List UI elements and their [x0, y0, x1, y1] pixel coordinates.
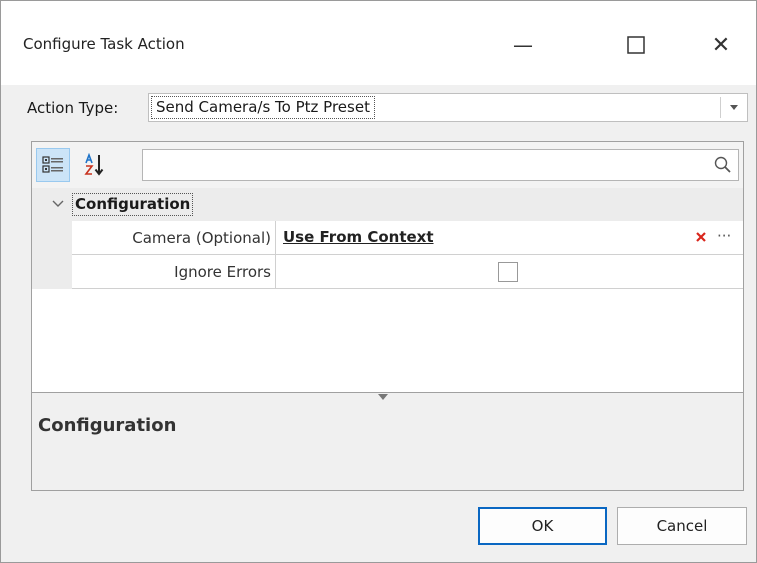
splitter-handle-icon[interactable]: [378, 394, 388, 400]
category-row-configuration[interactable]: Configuration: [32, 188, 743, 221]
description-panel: Configuration: [32, 392, 743, 490]
camera-use-from-context-link[interactable]: Use From Context: [283, 228, 434, 246]
property-row-camera[interactable]: Camera (Optional) Use From Context ···: [72, 221, 743, 255]
collapse-chevron-button[interactable]: [48, 194, 68, 214]
cancel-button[interactable]: Cancel: [617, 507, 747, 545]
grid-indent-strip: [32, 221, 72, 289]
close-button[interactable]: ✕: [691, 23, 751, 67]
dropdown-arrow-button[interactable]: [721, 94, 747, 121]
property-grid-toolbar: [32, 142, 743, 188]
search-icon: [714, 156, 731, 173]
property-row-ignore-errors[interactable]: Ignore Errors: [72, 255, 743, 289]
minimize-button[interactable]: —: [493, 23, 553, 67]
dialog-window: Configure Task Action — ✕ Action Type: S…: [0, 0, 757, 563]
property-name-cell: Ignore Errors: [72, 255, 276, 288]
categorized-view-button[interactable]: [36, 148, 70, 182]
property-search-box[interactable]: [142, 149, 739, 181]
property-name-ignore-errors: Ignore Errors: [174, 263, 271, 281]
alphabetical-sort-button[interactable]: [78, 148, 112, 182]
property-name-camera: Camera (Optional): [132, 229, 271, 247]
property-search-input[interactable]: [143, 150, 703, 180]
close-icon: ✕: [711, 32, 731, 58]
action-type-label: Action Type:: [27, 99, 119, 117]
action-type-value: Send Camera/s To Ptz Preset: [151, 96, 375, 119]
maximize-button[interactable]: [606, 23, 666, 67]
property-value-cell-camera[interactable]: Use From Context ···: [277, 221, 743, 254]
minimize-icon: —: [513, 33, 533, 57]
property-grid: Configuration Camera (Optional) Use From…: [31, 141, 744, 491]
property-value-cell-ignore-errors[interactable]: [277, 255, 743, 288]
chevron-down-icon: [52, 200, 64, 207]
chevron-down-icon: [730, 105, 738, 110]
window-title: Configure Task Action: [23, 35, 185, 53]
clear-icon[interactable]: [693, 229, 709, 245]
sort-alphabetical-icon: [84, 153, 104, 176]
action-type-dropdown[interactable]: Send Camera/s To Ptz Preset: [148, 93, 748, 122]
category-label: Configuration: [72, 193, 194, 216]
maximize-icon: [627, 36, 645, 54]
ellipsis-button[interactable]: ···: [717, 227, 731, 245]
title-bar: Configure Task Action — ✕: [1, 1, 756, 85]
ok-button[interactable]: OK: [478, 507, 607, 545]
property-name-cell: Camera (Optional): [72, 221, 276, 254]
categorized-icon: [42, 156, 63, 173]
ignore-errors-checkbox[interactable]: [498, 262, 518, 282]
description-title: Configuration: [38, 415, 177, 436]
